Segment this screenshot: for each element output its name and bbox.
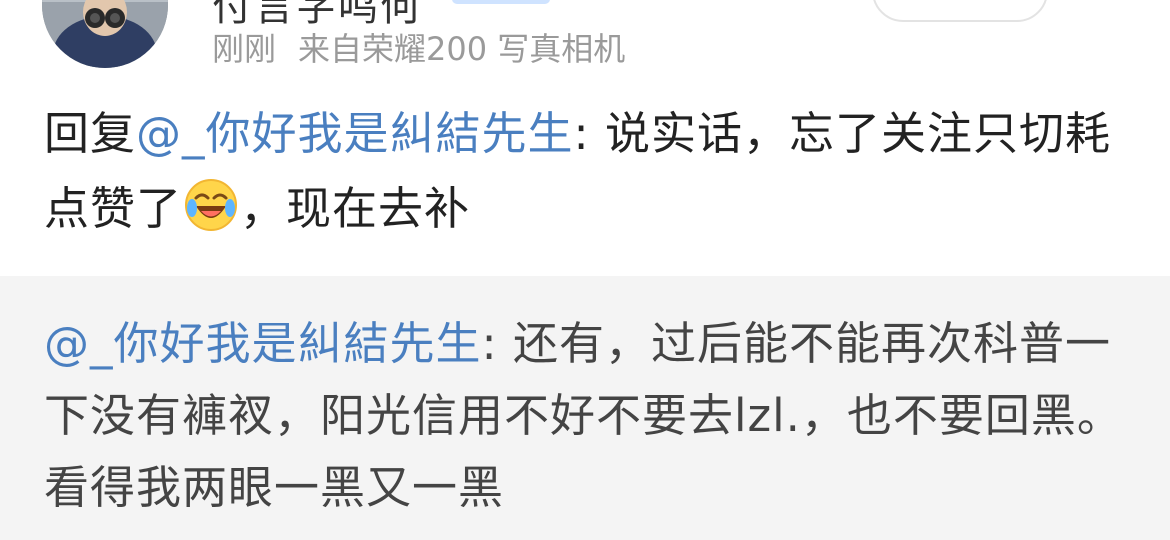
user-avatar[interactable] (42, 0, 168, 68)
avatar-image (42, 0, 168, 68)
follow-button[interactable] (872, 0, 1048, 22)
reply-text-part2: ，现在去补 (240, 182, 471, 235)
reply-prefix: 回复 (44, 107, 137, 160)
post-time: 刚刚 (212, 30, 277, 68)
post-meta: 刚刚 来自荣耀200 写真相机 (212, 24, 625, 70)
quoted-mention-link[interactable]: @_你好我是糾結先生 (44, 317, 482, 370)
reply-text: 回复@_你好我是糾結先生: 说实话，忘了关注只切耗点赞了 ，现在去补 (44, 96, 1134, 246)
quoted-comment-text: @_你好我是糾結先生: 还有，过后能不能再次科普一下没有褲衩，阳光信用不好不要去… (44, 308, 1134, 524)
post-source: 来自荣耀200 写真相机 (298, 30, 626, 68)
quoted-comment[interactable]: @_你好我是糾結先生: 还有，过后能不能再次科普一下没有褲衩，阳光信用不好不要去… (0, 276, 1170, 540)
weibo-comment-screen: 付言字鸣何 刚刚 来自荣耀200 写真相机 回复@_你好我是糾結先生: 说实话，忘… (0, 0, 1170, 540)
user-badge (452, 0, 550, 4)
laughing-crying-emoji-icon (184, 178, 238, 232)
mention-link[interactable]: @_你好我是糾結先生 (136, 107, 574, 160)
